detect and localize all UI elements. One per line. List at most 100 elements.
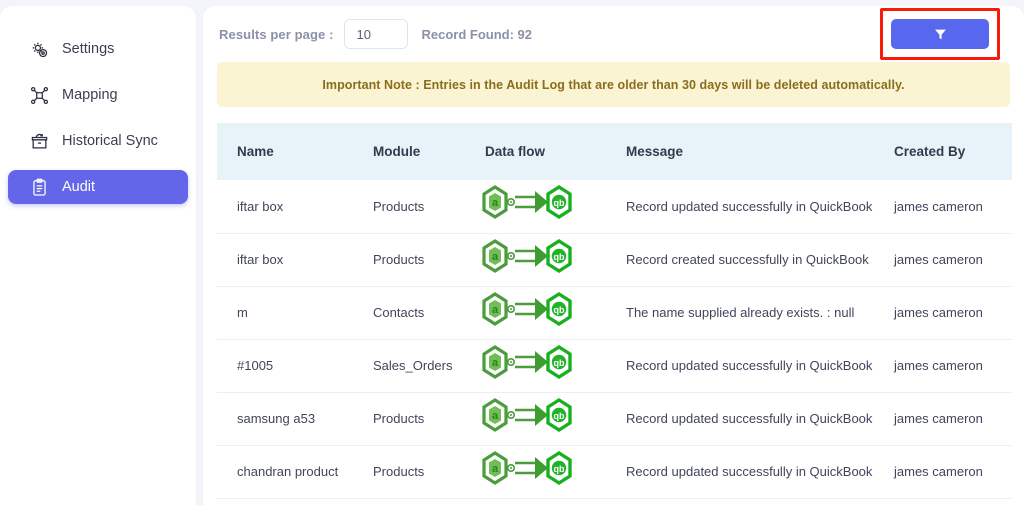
cell-name: samsung a53 (217, 392, 367, 446)
column-header-module[interactable]: Module (367, 123, 479, 180)
quickbooks-icon: qb (546, 185, 572, 220)
cell-module: Products (367, 445, 479, 499)
cell-name: #1005 (217, 339, 367, 393)
sidebar-item-historical-sync[interactable]: Historical Sync (8, 124, 188, 158)
clipboard-icon (30, 178, 49, 197)
data-flow-icons: a qb (479, 291, 614, 335)
table-body: iftar box Products a qb Record updated su… (217, 180, 1012, 499)
cell-created-by: james cameron (888, 180, 1012, 234)
right-arrow (515, 403, 548, 426)
cell-data-flow: a qb (479, 180, 620, 234)
table-row[interactable]: iftar box Products a qb Record created su… (217, 233, 1012, 287)
sidebar: Settings Mapping Historical Sync Audit (0, 6, 196, 505)
svg-text:qb: qb (554, 305, 565, 315)
table-row[interactable]: #1005 Sales_Orders a qb Record updated su… (217, 339, 1012, 393)
svg-text:qb: qb (554, 464, 565, 474)
right-arrow (515, 350, 548, 373)
app-root: Settings Mapping Historical Sync Audit R… (0, 0, 1024, 505)
gear-icon (30, 40, 49, 59)
cell-name: iftar box (217, 180, 367, 234)
cell-module: Products (367, 180, 479, 234)
cell-created-by: james cameron (888, 392, 1012, 446)
column-header-data-flow[interactable]: Data flow (479, 123, 620, 180)
filter-button[interactable] (891, 19, 989, 49)
cell-name: chandran product (217, 445, 367, 499)
filter-button-highlight (880, 8, 1000, 60)
audit-log-table: Name Module Data flow Message Created By… (217, 123, 1012, 499)
record-found-count: Record Found: 92 (421, 26, 533, 42)
column-header-name[interactable]: Name (217, 123, 367, 180)
sidebar-item-label: Settings (62, 40, 115, 57)
cell-data-flow: a qb (479, 233, 620, 287)
cell-created-by: james cameron (888, 233, 1012, 287)
table-row[interactable]: iftar box Products a qb Record updated su… (217, 180, 1012, 234)
svg-text:a: a (492, 197, 499, 209)
sidebar-item-mapping[interactable]: Mapping (8, 78, 188, 112)
amazon-icon: a (482, 185, 508, 220)
amazon-icon: a (482, 397, 508, 432)
data-flow-icons: a qb (479, 344, 614, 388)
cell-created-by: james cameron (888, 286, 1012, 340)
sidebar-item-settings[interactable]: Settings (8, 32, 188, 66)
cell-name: m (217, 286, 367, 340)
funnel-icon (934, 29, 946, 39)
cell-created-by: james cameron (888, 339, 1012, 393)
right-arrow (515, 297, 548, 320)
cell-data-flow: a qb (479, 339, 620, 393)
sidebar-item-audit[interactable]: Audit (8, 170, 188, 204)
sidebar-item-label: Historical Sync (62, 132, 158, 149)
cell-data-flow: a qb (479, 445, 620, 499)
svg-text:a: a (492, 463, 499, 475)
sidebar-item-label: Audit (62, 178, 96, 195)
cell-data-flow: a qb (479, 392, 620, 446)
cell-created-by: james cameron (888, 445, 1012, 499)
svg-text:a: a (492, 304, 499, 316)
cell-module: Sales_Orders (367, 339, 479, 393)
important-note-text: Important Note : Entries in the Audit Lo… (322, 77, 905, 92)
cell-module: Products (367, 233, 479, 287)
results-per-page-input[interactable] (343, 19, 408, 49)
table-row[interactable]: chandran product Products a qb Record upd… (217, 445, 1012, 499)
amazon-icon: a (482, 450, 508, 485)
quickbooks-icon: qb (546, 238, 572, 273)
right-arrow (515, 191, 548, 214)
table-header-row: Name Module Data flow Message Created By (217, 123, 1012, 180)
svg-text:qb: qb (554, 411, 565, 421)
amazon-icon: a (482, 344, 508, 379)
svg-text:a: a (492, 410, 499, 422)
main-content-card: Results per page : Record Found: 92 Impo… (203, 6, 1024, 505)
important-note-banner: Important Note : Entries in the Audit Lo… (217, 62, 1010, 107)
quickbooks-icon: qb (546, 450, 572, 485)
cell-message: Record updated successfully in QuickBook (620, 392, 888, 446)
quickbooks-icon: qb (546, 291, 572, 326)
data-flow-icons: a qb (479, 450, 614, 494)
data-flow-icons: a qb (479, 397, 614, 441)
column-header-created-by[interactable]: Created By (888, 123, 1012, 180)
toolbar: Results per page : Record Found: 92 (217, 6, 1010, 62)
table-header: Name Module Data flow Message Created By (217, 123, 1012, 180)
cell-message: Record updated successfully in QuickBook (620, 445, 888, 499)
svg-text:qb: qb (554, 252, 565, 262)
right-arrow (515, 456, 548, 479)
quickbooks-icon: qb (546, 397, 572, 432)
cell-message: Record updated successfully in QuickBook (620, 339, 888, 393)
cell-message: Record created successfully in QuickBook (620, 233, 888, 287)
table-row[interactable]: samsung a53 Products a qb Record updated … (217, 392, 1012, 446)
quickbooks-icon: qb (546, 344, 572, 379)
column-header-message[interactable]: Message (620, 123, 888, 180)
page-scrollbar[interactable] (1016, 0, 1024, 505)
archive-sync-icon (30, 132, 49, 151)
svg-text:a: a (492, 251, 499, 263)
svg-text:qb: qb (554, 198, 565, 208)
cell-module: Contacts (367, 286, 479, 340)
amazon-icon: a (482, 291, 508, 326)
amazon-icon: a (482, 238, 508, 273)
svg-text:a: a (492, 357, 499, 369)
svg-text:qb: qb (554, 358, 565, 368)
cell-message: The name supplied already exists. : null (620, 286, 888, 340)
results-per-page-label: Results per page : (219, 26, 334, 42)
cell-data-flow: a qb (479, 286, 620, 340)
sidebar-item-label: Mapping (62, 86, 118, 103)
network-icon (30, 86, 49, 105)
table-row[interactable]: m Contacts a qb The name supplied already… (217, 286, 1012, 340)
